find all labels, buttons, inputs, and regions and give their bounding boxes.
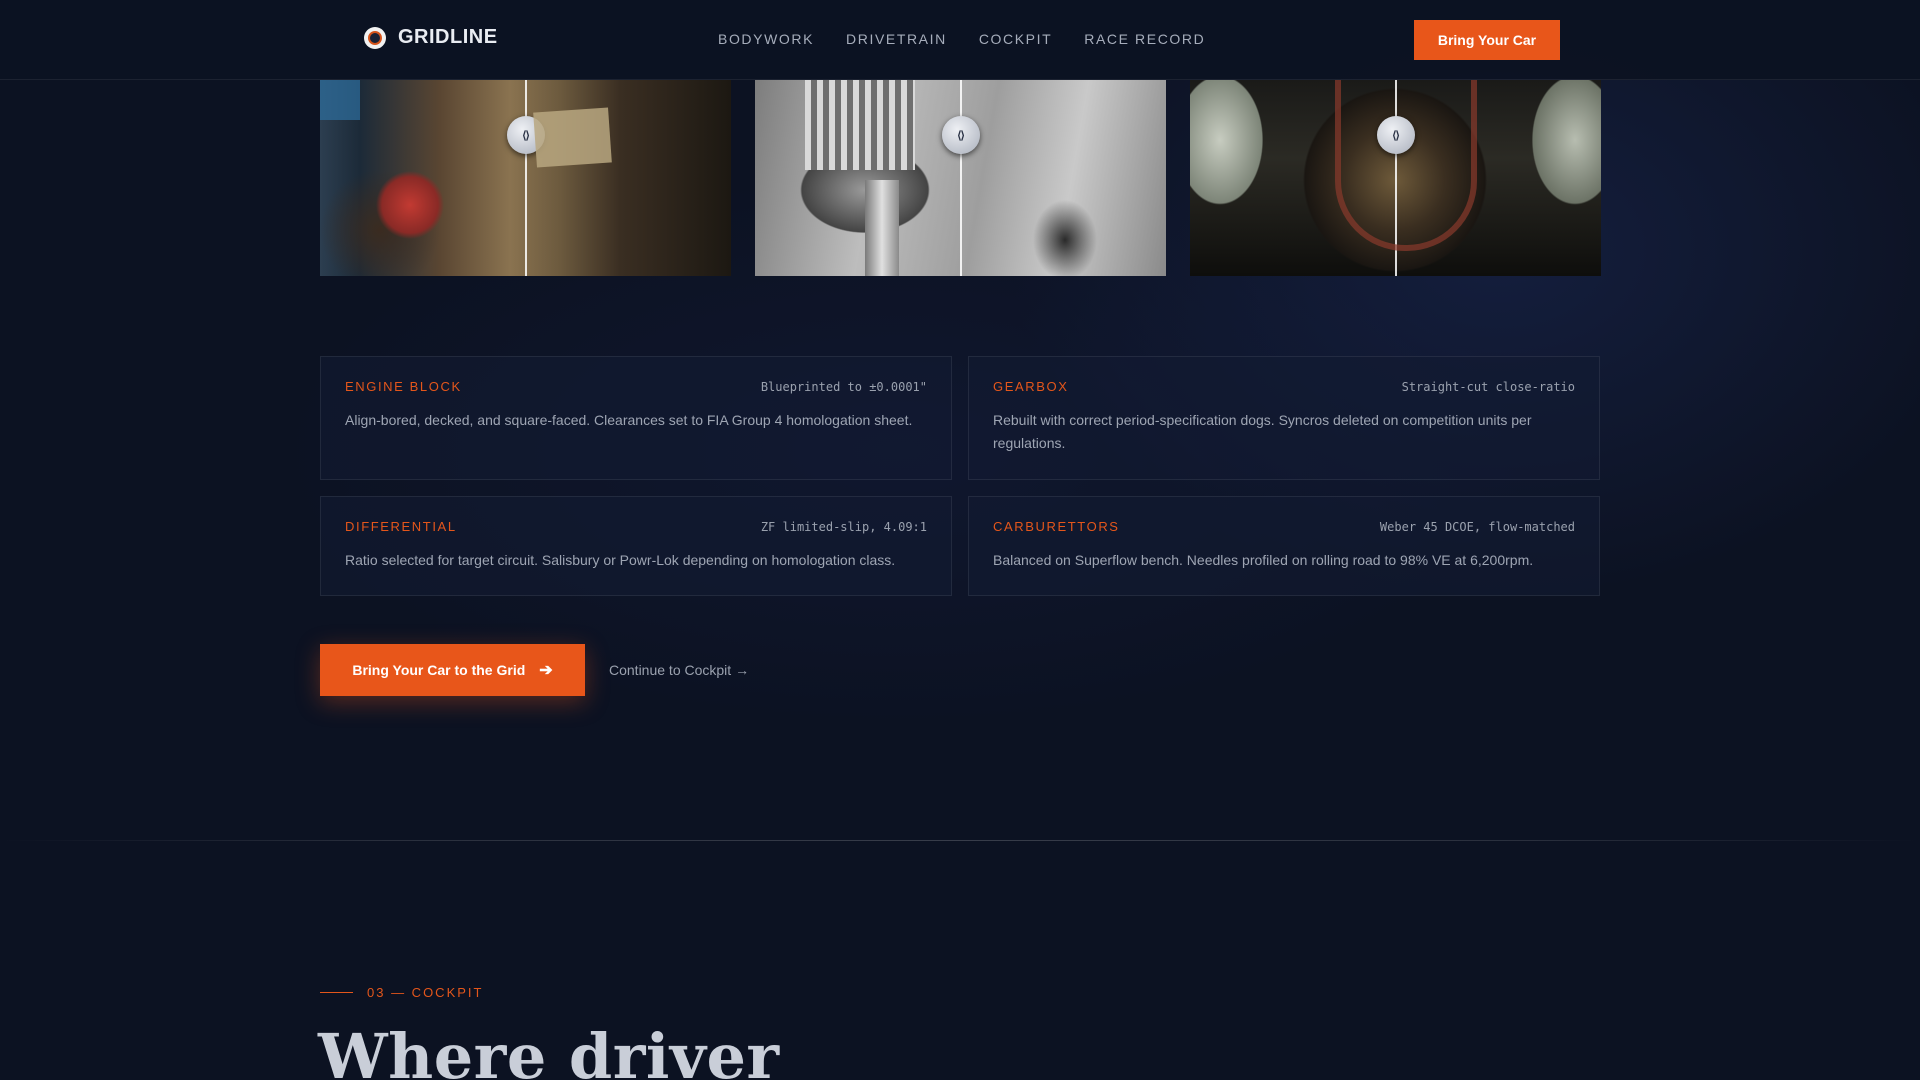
gearbox-comparison-image: ⟨⟩ xyxy=(755,80,1166,276)
brand[interactable]: GRIDLINE xyxy=(364,26,498,49)
comparison-divider[interactable] xyxy=(959,80,962,276)
bring-your-car-to-grid-button[interactable]: Bring Your Car to the Grid ➔ xyxy=(320,644,585,696)
section-eyebrow: 03 — COCKPIT xyxy=(320,985,483,1000)
spec-card-differential: DIFFERENTIAL ZF limited-slip, 4.09:1 Rat… xyxy=(320,496,952,596)
spec-title: CARBURETTORS xyxy=(993,519,1120,534)
slider-handle-icon[interactable]: ⟨⟩ xyxy=(941,116,980,154)
spec-card-gearbox: GEARBOX Straight-cut close-ratio Rebuilt… xyxy=(968,356,1600,480)
brand-logo-icon xyxy=(364,26,386,49)
spec-title: GEARBOX xyxy=(993,379,1069,394)
section-divider xyxy=(0,840,1920,841)
top-nav: GRIDLINE BODYWORK DRIVETRAIN COCKPIT RAC… xyxy=(0,0,1920,80)
spec-meta: Straight-cut close-ratio xyxy=(1401,380,1575,394)
differential-comparison-image: ⟨⟩ xyxy=(1190,80,1601,276)
spec-meta: Blueprinted to ±0.0001" xyxy=(760,380,927,394)
comparison-divider[interactable] xyxy=(1394,80,1397,276)
nav-link-cockpit[interactable]: COCKPIT xyxy=(979,31,1052,47)
arrow-right-icon: ➔ xyxy=(539,662,553,679)
spec-description: Align-bored, decked, and square-faced. C… xyxy=(345,412,913,428)
spec-meta: ZF limited-slip, 4.09:1 xyxy=(760,520,927,534)
comparison-divider[interactable] xyxy=(524,80,527,276)
nav-link-drivetrain[interactable]: DRIVETRAIN xyxy=(846,31,947,47)
engine-block-comparison-image: ⟨⟩ xyxy=(320,80,731,276)
spec-card-engine-block: ENGINE BLOCK Blueprinted to ±0.0001" Ali… xyxy=(320,356,952,480)
cta-label: Bring Your Car to the Grid xyxy=(352,662,526,678)
spec-card-carburettors: CARBURETTORS Weber 45 DCOE, flow-matched… xyxy=(968,496,1600,596)
spec-meta: Weber 45 DCOE, flow-matched xyxy=(1379,520,1575,534)
comparison-gallery: ⟨⟩ ⟨⟩ ⟨⟩ xyxy=(320,80,1601,276)
eyebrow-text: 03 — COCKPIT xyxy=(367,985,484,1000)
section-heading: Where driver xyxy=(318,1020,780,1080)
nav-link-bodywork[interactable]: BODYWORK xyxy=(718,31,814,47)
spec-title: DIFFERENTIAL xyxy=(345,519,457,534)
continue-to-cockpit-link[interactable]: Continue to Cockpit → xyxy=(609,662,749,678)
slider-handle-icon[interactable]: ⟨⟩ xyxy=(1376,116,1415,154)
spec-description: Ratio selected for target circuit. Salis… xyxy=(345,552,896,568)
spec-description: Rebuilt with correct period-specificatio… xyxy=(993,412,1532,451)
spec-description: Balanced on Superflow bench. Needles pro… xyxy=(993,552,1534,568)
nav-bring-your-car-button[interactable]: Bring Your Car xyxy=(1414,20,1560,60)
brand-name: GRIDLINE xyxy=(398,26,498,48)
spec-title: ENGINE BLOCK xyxy=(345,379,462,394)
eyebrow-line xyxy=(320,992,353,993)
nav-link-race-record[interactable]: RACE RECORD xyxy=(1084,31,1205,47)
nav-links: BODYWORK DRIVETRAIN COCKPIT RACE RECORD xyxy=(718,31,1205,47)
slider-handle-icon[interactable]: ⟨⟩ xyxy=(506,116,545,154)
